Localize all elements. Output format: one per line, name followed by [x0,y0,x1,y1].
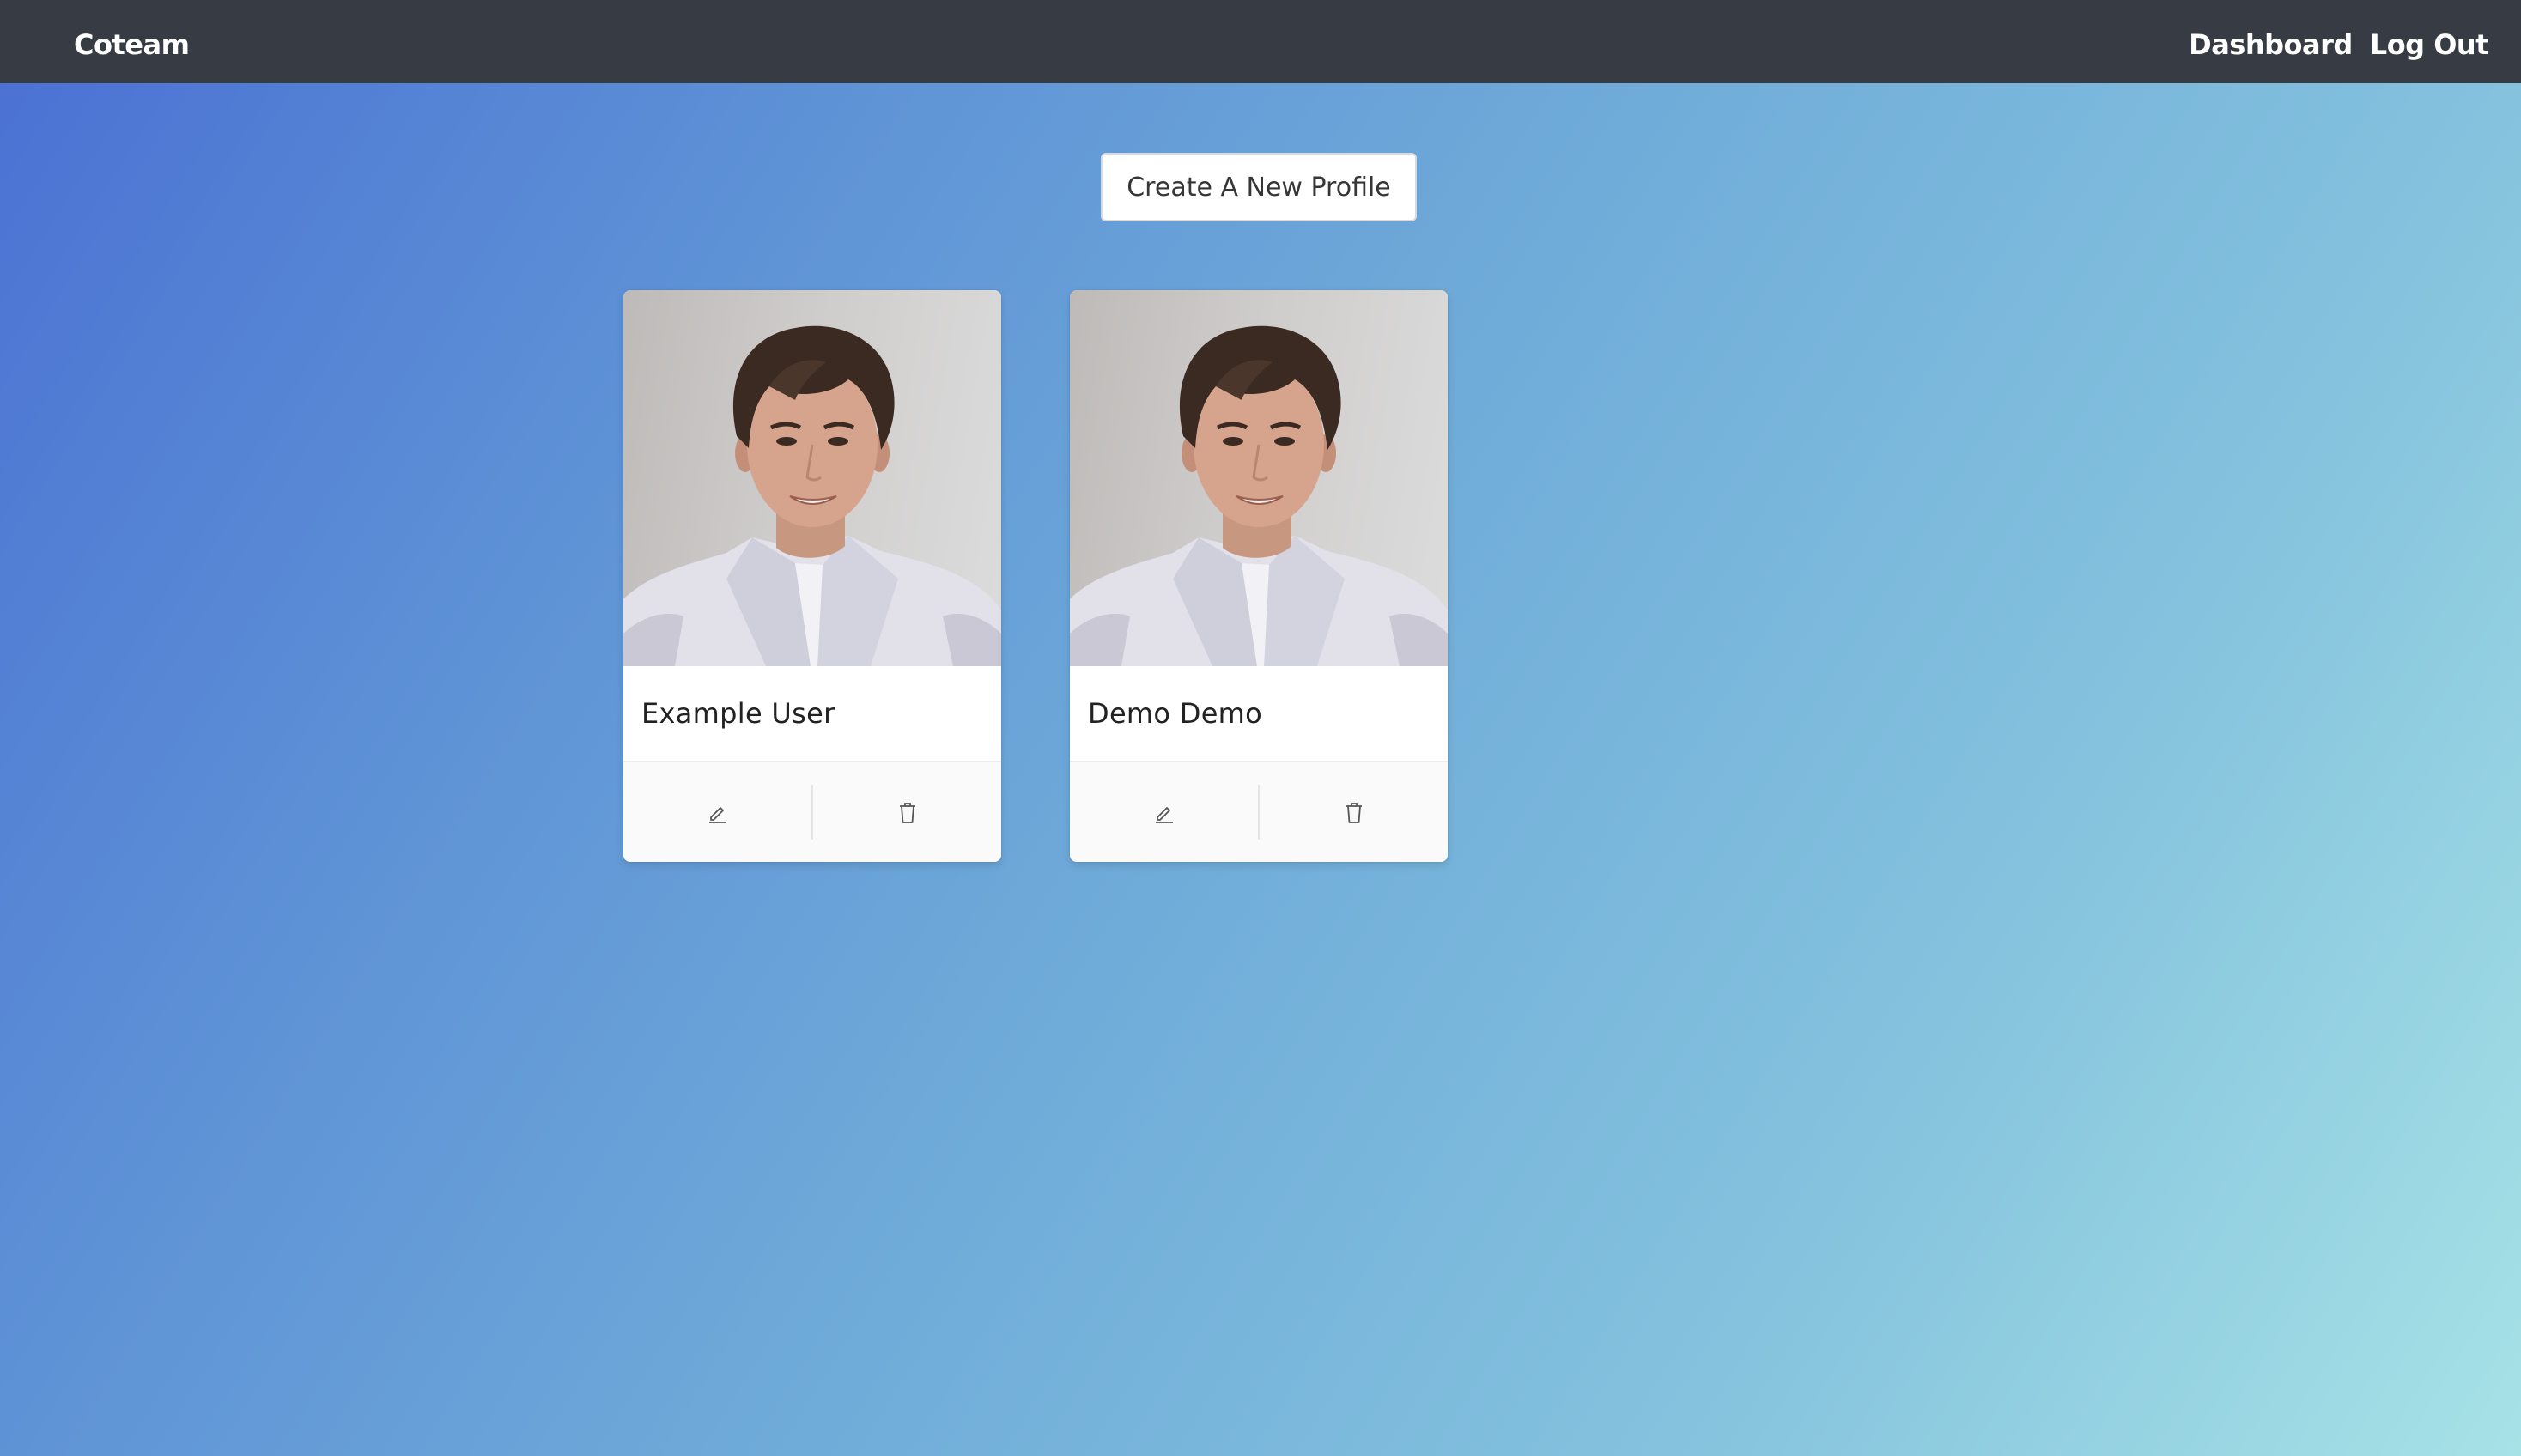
pencil-icon [707,802,729,824]
edit-button[interactable] [623,762,811,862]
nav-links: Dashboard Log Out [2189,0,2488,83]
card-footer [1070,761,1448,862]
profile-card: Example User [623,290,1001,862]
profile-photo [1070,290,1448,666]
delete-button[interactable] [813,762,1001,862]
create-profile-button[interactable]: Create A New Profile [1101,153,1417,221]
nav-dashboard-link[interactable]: Dashboard [2189,23,2353,61]
nav-logout-link[interactable]: Log Out [2370,23,2489,61]
profile-name: Example User [641,697,835,730]
profile-card: Demo Demo [1070,290,1448,862]
pencil-icon [1153,802,1175,824]
trash-icon [896,801,919,825]
card-footer [623,761,1001,862]
navbar: Coteam Dashboard Log Out [0,0,2521,83]
trash-icon [1343,801,1365,825]
profile-name: Demo Demo [1088,697,1263,730]
brand-logo[interactable]: Coteam [74,0,190,83]
edit-button[interactable] [1070,762,1258,862]
profile-photo [623,290,1001,666]
delete-button[interactable] [1260,762,1448,862]
